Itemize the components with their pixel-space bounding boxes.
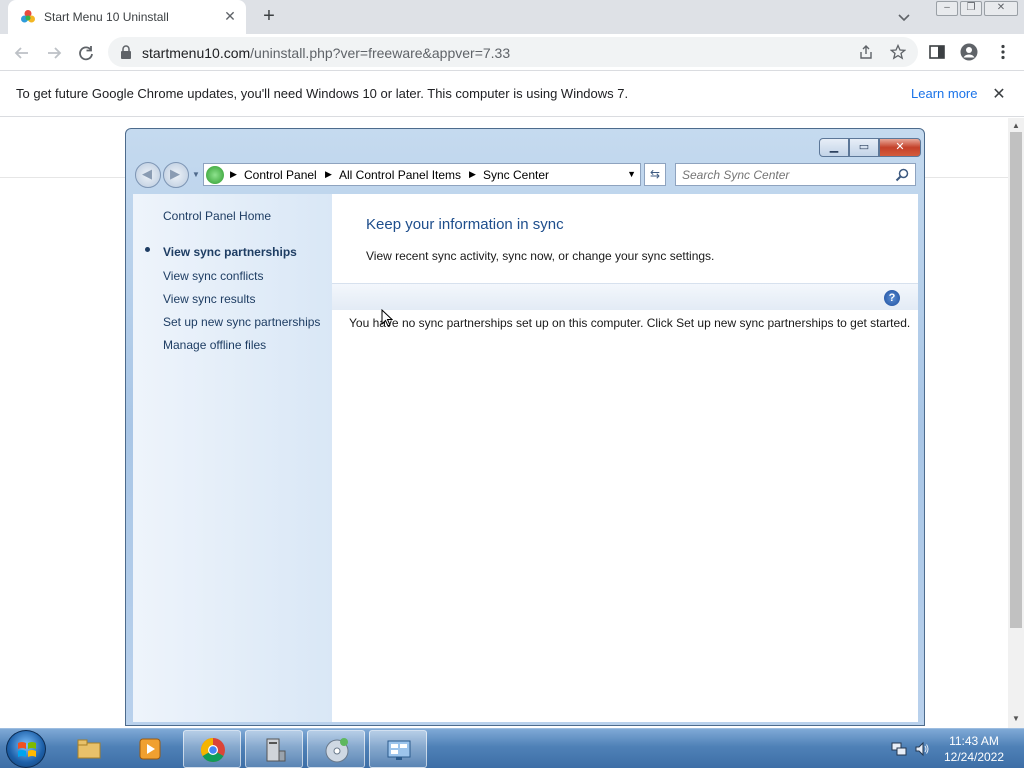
- tab-close-icon[interactable]: ✕: [222, 8, 238, 24]
- url-host: startmenu10.com: [142, 45, 251, 61]
- browser-window-controls: – ❐ ✕: [936, 1, 1018, 16]
- minimize-button[interactable]: –: [936, 1, 958, 16]
- url-text[interactable]: startmenu10.com/uninstall.php?ver=freewa…: [142, 45, 510, 61]
- side-panel-icon[interactable]: [928, 43, 946, 61]
- file-explorer-icon: [77, 739, 101, 759]
- page-scrollbar[interactable]: ▲ ▼: [1008, 118, 1024, 728]
- address-bar[interactable]: startmenu10.com/uninstall.php?ver=freewa…: [108, 37, 918, 67]
- clock-date: 12/24/2022: [943, 750, 1005, 764]
- taskbar-disc-app[interactable]: [307, 730, 365, 768]
- page-title: Keep your information in sync: [366, 216, 564, 233]
- system-clock[interactable]: 11:43 AM 12/24/2022: [934, 733, 1014, 765]
- main-content: Keep your information in sync View recen…: [332, 194, 918, 722]
- window-minimize-button[interactable]: ▁: [819, 138, 849, 157]
- profile-avatar-icon[interactable]: [960, 43, 978, 61]
- explorer-address-bar[interactable]: ▶ Control Panel ▶ All Control Panel Item…: [203, 163, 641, 186]
- view-sync-conflicts-link[interactable]: View sync conflicts: [163, 269, 263, 283]
- page-description: View recent sync activity, sync now, or …: [366, 249, 715, 263]
- active-item-bullet: [145, 247, 150, 252]
- reload-icon[interactable]: [75, 42, 97, 64]
- taskbar-file-explorer[interactable]: [60, 730, 118, 768]
- back-icon: ◀: [142, 166, 152, 181]
- view-sync-results-link[interactable]: View sync results: [163, 292, 255, 306]
- infobar-close-icon[interactable]: ✕: [990, 84, 1008, 104]
- lock-icon[interactable]: [120, 45, 132, 59]
- explorer-back-button[interactable]: ◀: [135, 162, 161, 188]
- url-path: /uninstall.php?ver=freeware&appver=7.33: [250, 45, 511, 61]
- clock-time: 11:43 AM: [949, 734, 999, 748]
- volume-icon[interactable]: [914, 741, 930, 757]
- explorer-forward-button[interactable]: ▶: [163, 162, 189, 188]
- update-infobar: To get future Google Chrome updates, you…: [0, 71, 1024, 117]
- start-button[interactable]: [6, 730, 46, 768]
- infobar-message: To get future Google Chrome updates, you…: [16, 86, 629, 101]
- close-window-button[interactable]: ✕: [984, 1, 1018, 16]
- taskbar-control-panel[interactable]: [245, 730, 303, 768]
- set-up-new-sync-partnerships-link[interactable]: Set up new sync partnerships: [163, 315, 320, 329]
- new-tab-button[interactable]: +: [258, 6, 280, 28]
- control-panel-home-link[interactable]: Control Panel Home: [163, 209, 271, 223]
- search-icon[interactable]: [895, 168, 909, 182]
- network-icon[interactable]: [891, 741, 907, 757]
- breadcrumb-control-panel[interactable]: Control Panel: [244, 168, 317, 182]
- share-icon[interactable]: [858, 44, 874, 60]
- mouse-cursor-icon: [381, 309, 393, 327]
- learn-more-link[interactable]: Learn more: [911, 86, 977, 101]
- manage-offline-files-link[interactable]: Manage offline files: [163, 338, 266, 352]
- address-dropdown-icon[interactable]: ▼: [627, 169, 636, 179]
- more-menu-icon[interactable]: [994, 43, 1012, 61]
- tab-title: Start Menu 10 Uninstall: [44, 10, 169, 24]
- sync-center-icon: [387, 740, 411, 760]
- sync-center-icon: [206, 166, 224, 184]
- breadcrumb-separator-icon[interactable]: ▶: [230, 169, 237, 180]
- sync-center-window: ▁ ▭ ✕ ◀ ▶ ▼ ▶ Control Panel ▶ All Contro…: [125, 128, 925, 726]
- bookmark-star-icon[interactable]: [890, 44, 906, 60]
- recent-pages-chevron-icon[interactable]: ▼: [192, 170, 200, 179]
- window-close-button[interactable]: ✕: [879, 138, 921, 157]
- tab-strip: Start Menu 10 Uninstall ✕ + – ❐ ✕: [0, 0, 1024, 34]
- refresh-button[interactable]: ⇆: [644, 163, 666, 186]
- search-input[interactable]: [682, 167, 882, 183]
- scroll-thumb[interactable]: [1010, 132, 1022, 628]
- scroll-down-arrow-icon[interactable]: ▼: [1012, 714, 1020, 723]
- browser-tab[interactable]: Start Menu 10 Uninstall ✕: [8, 0, 246, 34]
- forward-icon: ▶: [170, 166, 180, 181]
- media-player-icon: [139, 738, 161, 760]
- site-favicon-icon: [21, 10, 35, 23]
- windows-logo-icon: [18, 742, 36, 757]
- command-bar: ?: [332, 283, 918, 310]
- control-panel-icon: [266, 738, 286, 762]
- back-arrow-icon[interactable]: [11, 42, 33, 64]
- task-pane: Control Panel Home View sync partnership…: [133, 194, 332, 722]
- view-sync-partnerships-link[interactable]: View sync partnerships: [163, 245, 297, 259]
- taskbar-media-player[interactable]: [121, 730, 179, 768]
- disc-icon: [325, 738, 349, 763]
- tab-search-chevron-icon[interactable]: [896, 9, 912, 25]
- chrome-icon: [200, 738, 225, 763]
- breadcrumb-separator-icon[interactable]: ▶: [325, 169, 332, 180]
- window-controls: ▁ ▭ ✕: [819, 138, 921, 157]
- breadcrumb-separator-icon[interactable]: ▶: [469, 169, 476, 180]
- taskbar-sync-center[interactable]: [369, 730, 427, 768]
- forward-arrow-icon[interactable]: [43, 42, 65, 64]
- browser-toolbar: startmenu10.com/uninstall.php?ver=freewa…: [0, 34, 1024, 71]
- window-body: Control Panel Home View sync partnership…: [133, 194, 918, 722]
- window-maximize-button[interactable]: ▭: [849, 138, 879, 157]
- empty-state-message: You have no sync partnerships set up on …: [349, 316, 911, 330]
- breadcrumb-all-items[interactable]: All Control Panel Items: [339, 168, 461, 182]
- taskbar: 11:43 AM 12/24/2022: [0, 728, 1024, 768]
- taskbar-chrome[interactable]: [183, 730, 241, 768]
- help-icon[interactable]: ?: [884, 290, 900, 306]
- scroll-up-arrow-icon[interactable]: ▲: [1012, 121, 1020, 130]
- breadcrumb-sync-center[interactable]: Sync Center: [483, 168, 549, 182]
- search-box[interactable]: [675, 163, 916, 186]
- restore-button[interactable]: ❐: [960, 1, 982, 16]
